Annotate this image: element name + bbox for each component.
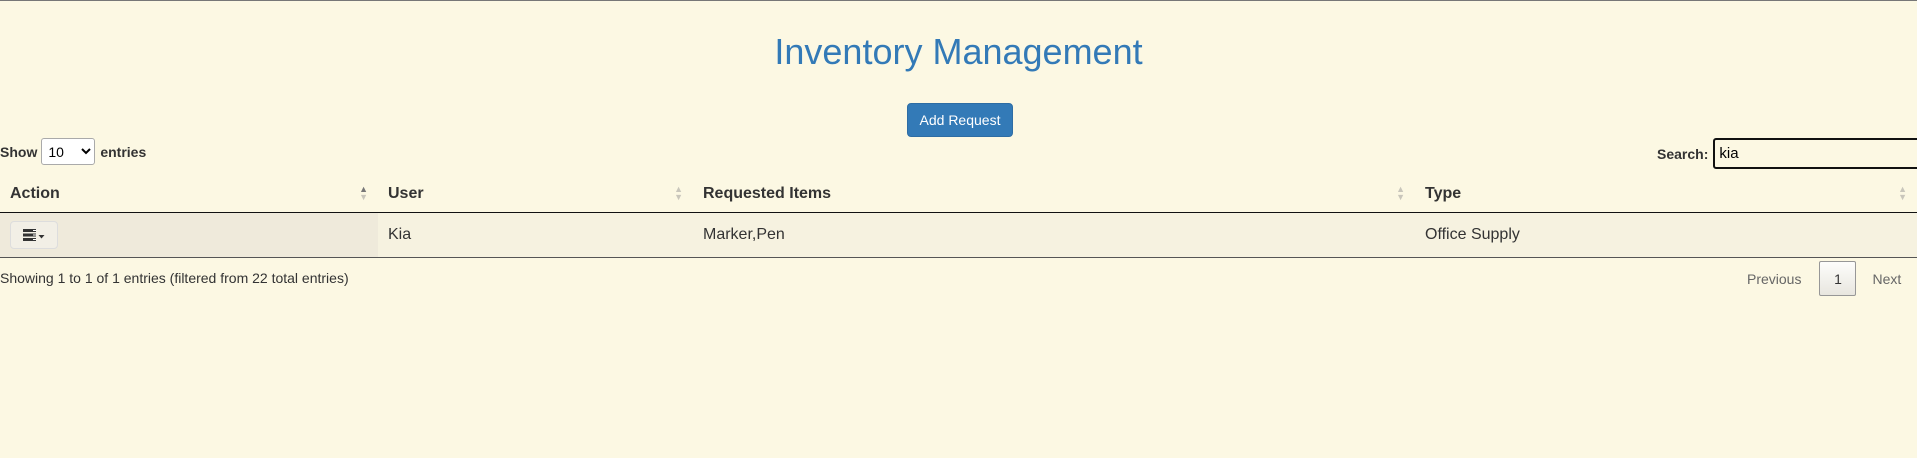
sort-ascending-icon: ▲ ▼ [359, 184, 368, 202]
user-cell: Kia [378, 212, 693, 258]
column-header-action[interactable]: Action ▲ ▼ [0, 175, 378, 213]
search-control: Search: [1657, 138, 1917, 169]
requests-table: Action ▲ ▼ User ▲ ▼ Requested Items ▲ ▼ Typ… [0, 175, 1917, 258]
entries-length-control: Show 10 entries [0, 138, 146, 165]
requested-items-cell: Marker,Pen [693, 212, 1415, 258]
action-cell [0, 212, 378, 258]
add-request-button[interactable]: Add Request [907, 103, 1013, 137]
page-title: Inventory Management [774, 31, 1143, 72]
sort-arrows-icon: ▲ ▼ [1396, 184, 1405, 202]
search-input[interactable] [1713, 138, 1917, 169]
table-header-row: Action ▲ ▼ User ▲ ▼ Requested Items ▲ ▼ Typ… [0, 175, 1917, 213]
previous-page-button[interactable]: Previous [1735, 271, 1813, 287]
type-cell: Office Supply [1415, 212, 1917, 258]
entries-per-page-select[interactable]: 10 [41, 138, 96, 165]
next-page-button[interactable]: Next [1860, 271, 1913, 287]
column-header-user[interactable]: User ▲ ▼ [378, 175, 693, 213]
row-action-button[interactable] [10, 221, 58, 249]
page-button-1[interactable]: 1 [1819, 261, 1857, 296]
column-header-requested-items[interactable]: Requested Items ▲ ▼ [693, 175, 1415, 213]
search-label: Search: [1657, 145, 1709, 162]
table-info: Showing 1 to 1 of 1 entries (filtered fr… [0, 270, 349, 286]
sort-arrows-icon: ▲ ▼ [1898, 184, 1907, 202]
sort-arrows-icon: ▲ ▼ [674, 184, 683, 202]
table-row: Kia Marker,Pen Office Supply [0, 212, 1917, 258]
list-dropdown-icon [23, 229, 45, 241]
column-header-type[interactable]: Type ▲ ▼ [1415, 175, 1917, 213]
show-label: Show [0, 143, 38, 160]
entries-label: entries [100, 143, 147, 160]
pagination: Previous 1 Next [1735, 261, 1913, 296]
